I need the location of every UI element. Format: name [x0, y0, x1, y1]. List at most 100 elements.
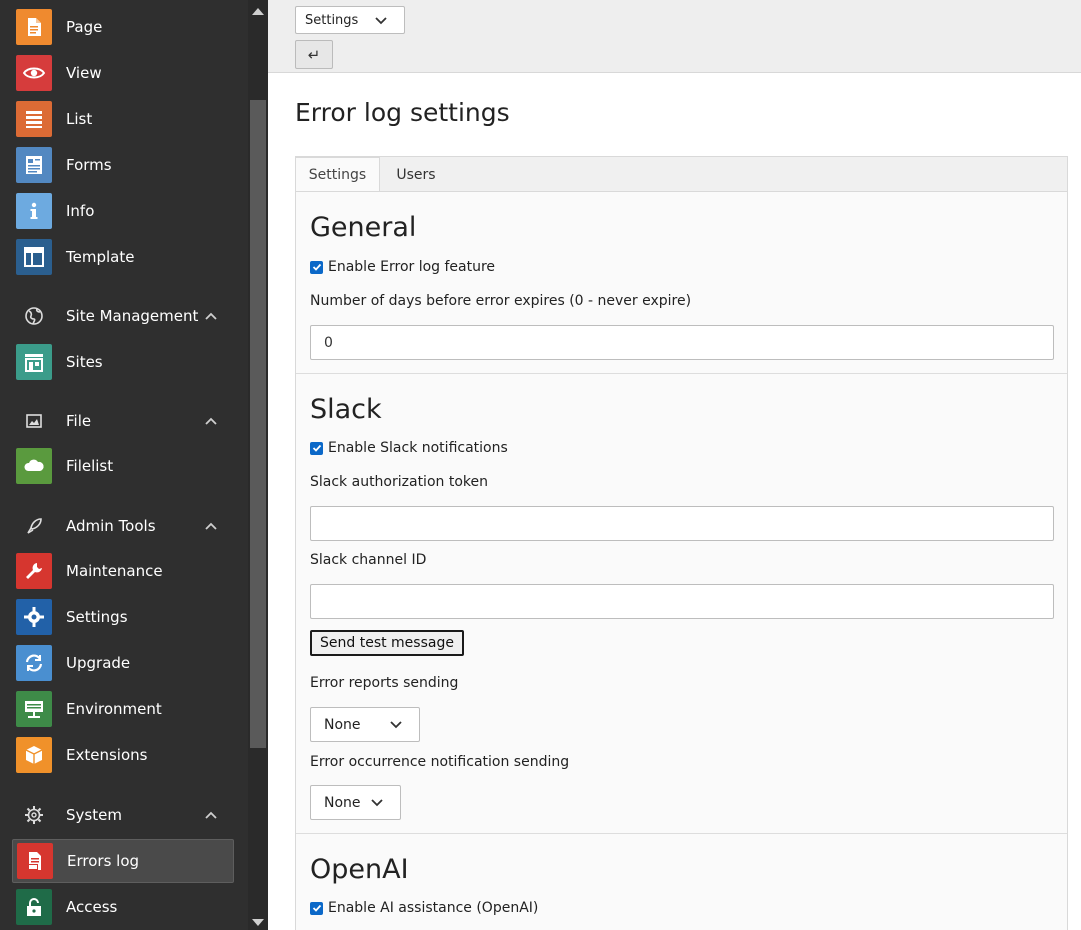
sidebar-item-page[interactable]: Page: [12, 5, 234, 49]
error-reports-label: Error reports sending: [310, 675, 459, 691]
rocket-icon: [16, 508, 52, 544]
tab-label: Users: [396, 167, 436, 183]
chevron-up-icon[interactable]: [204, 519, 218, 533]
button-label: Send test message: [320, 635, 454, 651]
error-occurrence-select[interactable]: None: [310, 785, 401, 820]
back-button[interactable]: ↵: [295, 40, 333, 69]
group-admin-tools[interactable]: Admin Tools: [12, 508, 234, 544]
sidebar-item-info[interactable]: Info: [12, 189, 234, 233]
cloud-icon: [16, 448, 52, 484]
enable-error-log-row[interactable]: Enable Error log feature: [310, 259, 495, 275]
box-icon: [16, 737, 52, 773]
sidebar-item-label: Settings: [66, 608, 128, 626]
section-title: Slack: [310, 394, 382, 425]
return-icon: ↵: [307, 45, 321, 64]
view-select-value: Settings: [305, 12, 359, 28]
sidebar-scrollbar[interactable]: [248, 0, 268, 930]
sidebar-item-filelist[interactable]: Filelist: [12, 444, 234, 488]
sidebar-item-label: Info: [66, 202, 95, 220]
template-icon: [16, 239, 52, 275]
sidebar-item-access[interactable]: Access: [12, 885, 234, 929]
image-icon: [16, 403, 52, 439]
section-slack: Slack Enable Slack notifications Slack a…: [296, 374, 1067, 834]
group-label: Site Management: [66, 307, 199, 325]
module-docheader: Settings ↵: [268, 0, 1081, 73]
enable-openai-row[interactable]: Enable AI assistance (OpenAI): [310, 900, 538, 916]
select-value: None: [324, 794, 361, 811]
sidebar-item-errors-log[interactable]: Errors log: [12, 839, 234, 883]
sites-icon: [16, 344, 52, 380]
sidebar-item-label: Access: [66, 898, 118, 916]
sidebar-item-label: Filelist: [66, 457, 114, 475]
checkbox-label: Enable Error log feature: [328, 259, 496, 275]
sidebar-item-settings[interactable]: Settings: [12, 595, 234, 639]
group-site-management[interactable]: Site Management: [12, 298, 234, 334]
view-select[interactable]: Settings: [295, 6, 405, 34]
sidebar-item-view[interactable]: View: [12, 51, 234, 95]
section-openai: OpenAI Enable AI assistance (OpenAI): [296, 834, 1067, 930]
sidebar-item-upgrade[interactable]: Upgrade: [12, 641, 234, 685]
wrench-icon: [16, 553, 52, 589]
sidebar-item-template[interactable]: Template: [12, 235, 234, 279]
sidebar-item-label: Template: [66, 248, 135, 266]
slack-channel-label: Slack channel ID: [310, 552, 427, 568]
tab-label: Settings: [308, 167, 367, 183]
scroll-up-icon[interactable]: [252, 8, 264, 15]
chevron-up-icon[interactable]: [204, 309, 218, 323]
slack-token-input[interactable]: [310, 506, 1054, 541]
days-expire-value: 0: [324, 334, 333, 351]
days-expire-input[interactable]: 0: [310, 325, 1054, 360]
tab-bar: Settings Users: [295, 156, 1068, 193]
forms-icon: [16, 147, 52, 183]
chevron-up-icon[interactable]: [204, 808, 218, 822]
page-title: Error log settings: [295, 98, 510, 127]
lock-icon: [16, 889, 52, 925]
enable-slack-checkbox[interactable]: [310, 441, 323, 455]
group-file[interactable]: File: [12, 403, 234, 439]
group-system[interactable]: System: [12, 797, 234, 833]
cog-icon: [16, 797, 52, 833]
sidebar-item-label: Maintenance: [66, 562, 163, 580]
send-test-message-button[interactable]: Send test message: [310, 630, 464, 656]
sidebar-item-environment[interactable]: Environment: [12, 687, 234, 731]
select-value: None: [324, 716, 361, 733]
gear-icon: [16, 599, 52, 635]
group-label: Admin Tools: [66, 517, 156, 535]
sidebar-item-forms[interactable]: Forms: [12, 143, 234, 187]
slack-channel-input[interactable]: [310, 584, 1054, 619]
sidebar-item-label: Environment: [66, 700, 162, 718]
section-title: General: [310, 212, 417, 243]
enable-error-log-checkbox[interactable]: [310, 260, 323, 274]
refresh-icon: [16, 645, 52, 681]
days-field-label: Number of days before error expires (0 -…: [310, 293, 692, 309]
list-icon: [16, 101, 52, 137]
sidebar-item-sites[interactable]: Sites: [12, 340, 234, 384]
globe-icon: [16, 298, 52, 334]
info-icon: [16, 193, 52, 229]
module-sidebar: Page View List Forms Info Template Site …: [0, 0, 248, 930]
sidebar-item-label: Page: [66, 18, 103, 36]
enable-slack-row[interactable]: Enable Slack notifications: [310, 440, 508, 456]
group-label: System: [66, 806, 122, 824]
enable-openai-checkbox[interactable]: [310, 901, 323, 915]
sidebar-item-label: View: [66, 64, 102, 82]
settings-panel: General Enable Error log feature Number …: [295, 191, 1068, 930]
errors-log-icon: [17, 843, 53, 879]
sidebar-item-label: Extensions: [66, 746, 148, 764]
slack-token-label: Slack authorization token: [310, 474, 488, 490]
tab-settings[interactable]: Settings: [295, 157, 380, 193]
check-icon: [312, 263, 321, 271]
tab-users[interactable]: Users: [384, 157, 448, 193]
scroll-down-icon[interactable]: [252, 919, 264, 926]
error-reports-select[interactable]: None: [310, 707, 420, 742]
page-icon: [16, 9, 52, 45]
sidebar-item-list[interactable]: List: [12, 97, 234, 141]
section-title: OpenAI: [310, 854, 409, 885]
sidebar-item-extensions[interactable]: Extensions: [12, 733, 234, 777]
chevron-down-icon: [390, 721, 402, 729]
checkbox-label: Enable AI assistance (OpenAI): [328, 900, 539, 916]
scrollbar-thumb[interactable]: [250, 100, 266, 748]
sidebar-item-maintenance[interactable]: Maintenance: [12, 549, 234, 593]
checkbox-label: Enable Slack notifications: [328, 440, 508, 456]
chevron-up-icon[interactable]: [204, 414, 218, 428]
